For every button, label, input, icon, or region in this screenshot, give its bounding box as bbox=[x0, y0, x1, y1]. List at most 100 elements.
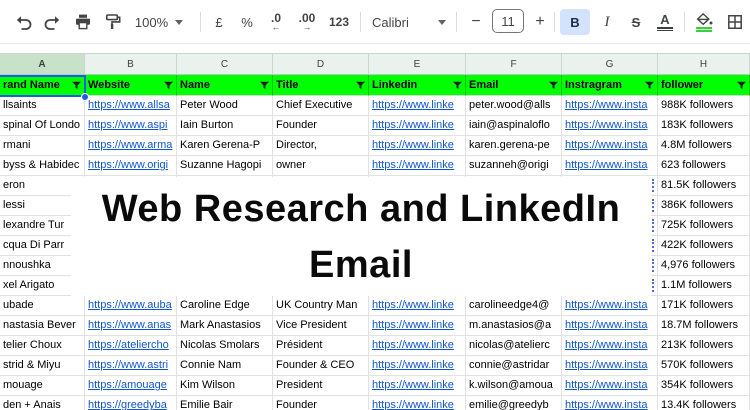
cell-linkedin-link[interactable]: https://www.linke bbox=[369, 376, 466, 396]
cell-brand[interactable]: den + Anais bbox=[0, 396, 85, 410]
cell-name[interactable]: Mark Anastasios bbox=[177, 316, 273, 336]
cell-brand[interactable]: rmani bbox=[0, 136, 85, 156]
cell-followers[interactable]: 988K followers bbox=[658, 96, 750, 116]
cell-name[interactable]: Kim Wilson bbox=[177, 376, 273, 396]
cell-followers[interactable]: 422K followers bbox=[658, 236, 750, 256]
cell-followers[interactable]: 386K followers bbox=[658, 196, 750, 216]
filter-header-cell[interactable]: follower bbox=[658, 75, 750, 96]
filter-header-cell[interactable]: Title bbox=[273, 75, 369, 96]
cell-instagram-link[interactable]: https://www.insta bbox=[562, 396, 658, 410]
cell-title[interactable]: Chief Executive bbox=[273, 96, 369, 116]
cell-brand[interactable]: nastasia Bever bbox=[0, 316, 85, 336]
column-header-C[interactable]: C bbox=[177, 53, 273, 75]
filter-icon[interactable] bbox=[453, 81, 462, 90]
cell-website-link[interactable]: https://ateliercho bbox=[85, 336, 177, 356]
percent-format-button[interactable]: % bbox=[234, 9, 260, 35]
cell-name[interactable]: Karen Gerena-P bbox=[177, 136, 273, 156]
cell-title[interactable]: owner bbox=[273, 156, 369, 176]
cell-email[interactable]: connie@astridar bbox=[466, 356, 562, 376]
cell-title[interactable]: President bbox=[273, 376, 369, 396]
filter-icon[interactable] bbox=[645, 81, 654, 90]
cell-website-link[interactable]: https://www.astri bbox=[85, 356, 177, 376]
cell-brand[interactable]: telier Choux bbox=[0, 336, 85, 356]
cell-website-link[interactable]: https://www.arma bbox=[85, 136, 177, 156]
filter-icon[interactable] bbox=[260, 81, 269, 90]
cell-email[interactable]: carolineedge4@ bbox=[466, 296, 562, 316]
font-size-input[interactable]: 11 bbox=[492, 9, 524, 33]
filter-icon[interactable] bbox=[356, 81, 365, 90]
font-selector[interactable]: Calibri bbox=[368, 9, 450, 35]
cell-followers[interactable]: 725K followers bbox=[658, 216, 750, 236]
cell-brand[interactable]: llsaints bbox=[0, 96, 85, 116]
cell-followers[interactable]: 213K followers bbox=[658, 336, 750, 356]
cell-website-link[interactable]: https://greedyba bbox=[85, 396, 177, 410]
cell-followers[interactable]: 171K followers bbox=[658, 296, 750, 316]
number-format-button[interactable]: 123 bbox=[324, 9, 354, 35]
cell-followers[interactable]: 183K followers bbox=[658, 116, 750, 136]
cell-instagram-link[interactable]: https://www.insta bbox=[562, 116, 658, 136]
cell-linkedin-link[interactable]: https://www.linke bbox=[369, 136, 466, 156]
filter-header-cell[interactable]: Linkedin bbox=[369, 75, 466, 96]
cell-linkedin-link[interactable]: https://www.linke bbox=[369, 296, 466, 316]
cell-website-link[interactable]: https://www.origi bbox=[85, 156, 177, 176]
cell-followers[interactable]: 570K followers bbox=[658, 356, 750, 376]
redo-button[interactable] bbox=[40, 9, 66, 35]
cell-website-link[interactable]: https://www.allsa bbox=[85, 96, 177, 116]
cell-instagram-link[interactable]: https://www.insta bbox=[562, 376, 658, 396]
cell-website-link[interactable]: https://amouage bbox=[85, 376, 177, 396]
column-header-G[interactable]: G bbox=[562, 53, 658, 75]
filter-icon[interactable] bbox=[549, 81, 558, 90]
cell-name[interactable]: Iain Burton bbox=[177, 116, 273, 136]
column-header-E[interactable]: E bbox=[369, 53, 466, 75]
filter-header-cell[interactable]: Website bbox=[85, 75, 177, 96]
column-header-D[interactable]: D bbox=[273, 53, 369, 75]
cell-brand[interactable]: spinal Of Londo bbox=[0, 116, 85, 136]
filter-icon[interactable] bbox=[164, 81, 173, 90]
filter-header-cell[interactable]: Instragram bbox=[562, 75, 658, 96]
column-header-H[interactable]: H bbox=[658, 53, 750, 75]
cell-email[interactable]: nicolas@atelierc bbox=[466, 336, 562, 356]
cell-title[interactable]: Founder & CEO bbox=[273, 356, 369, 376]
cell-title[interactable]: Founder bbox=[273, 396, 369, 410]
cell-instagram-link[interactable]: https://www.insta bbox=[562, 316, 658, 336]
currency-format-button[interactable]: £ bbox=[206, 9, 232, 35]
undo-button[interactable] bbox=[10, 9, 36, 35]
bold-button[interactable]: B bbox=[560, 9, 590, 35]
paint-format-button[interactable] bbox=[100, 9, 126, 35]
cell-linkedin-link[interactable]: https://www.linke bbox=[369, 396, 466, 410]
cell-instagram-link[interactable]: https://www.insta bbox=[562, 296, 658, 316]
cell-email[interactable]: m.anastasios@a bbox=[466, 316, 562, 336]
text-color-button[interactable]: A bbox=[652, 9, 678, 35]
filter-icon[interactable] bbox=[737, 81, 746, 90]
fill-color-button[interactable] bbox=[690, 9, 718, 35]
cell-instagram-link[interactable]: https://www.insta bbox=[562, 96, 658, 116]
cell-website-link[interactable]: https://www.auba bbox=[85, 296, 177, 316]
cell-brand[interactable]: mouage bbox=[0, 376, 85, 396]
cell-followers[interactable]: 4.8M followers bbox=[658, 136, 750, 156]
cell-instagram-link[interactable]: https://www.insta bbox=[562, 136, 658, 156]
filter-header-cell[interactable]: rand Name bbox=[0, 75, 85, 96]
cell-email[interactable]: peter.wood@alls bbox=[466, 96, 562, 116]
column-header-F[interactable]: F bbox=[466, 53, 562, 75]
cell-followers[interactable]: 13.4K followers bbox=[658, 396, 750, 410]
increase-font-size-button[interactable]: + bbox=[528, 9, 552, 35]
cell-instagram-link[interactable]: https://www.insta bbox=[562, 336, 658, 356]
cell-name[interactable]: Connie Nam bbox=[177, 356, 273, 376]
filter-header-cell[interactable]: Name bbox=[177, 75, 273, 96]
cell-email[interactable]: karen.gerena-pe bbox=[466, 136, 562, 156]
cell-website-link[interactable]: https://www.anas bbox=[85, 316, 177, 336]
cell-followers[interactable]: 4,976 followers bbox=[658, 256, 750, 276]
cell-brand[interactable]: strid & Miyu bbox=[0, 356, 85, 376]
cell-instagram-link[interactable]: https://www.insta bbox=[562, 356, 658, 376]
cell-linkedin-link[interactable]: https://www.linke bbox=[369, 356, 466, 376]
cell-name[interactable]: Emilie Bair bbox=[177, 396, 273, 410]
cell-name[interactable]: Caroline Edge bbox=[177, 296, 273, 316]
borders-button[interactable] bbox=[722, 9, 748, 35]
cell-linkedin-link[interactable]: https://www.linke bbox=[369, 116, 466, 136]
cell-email[interactable]: iain@aspinaloflo bbox=[466, 116, 562, 136]
cell-title[interactable]: Vice President bbox=[273, 316, 369, 336]
zoom-selector[interactable]: 100% bbox=[130, 9, 188, 35]
fill-handle[interactable] bbox=[81, 93, 89, 101]
cell-title[interactable]: Director, bbox=[273, 136, 369, 156]
decrease-decimal-button[interactable]: .0 ← bbox=[262, 9, 290, 35]
